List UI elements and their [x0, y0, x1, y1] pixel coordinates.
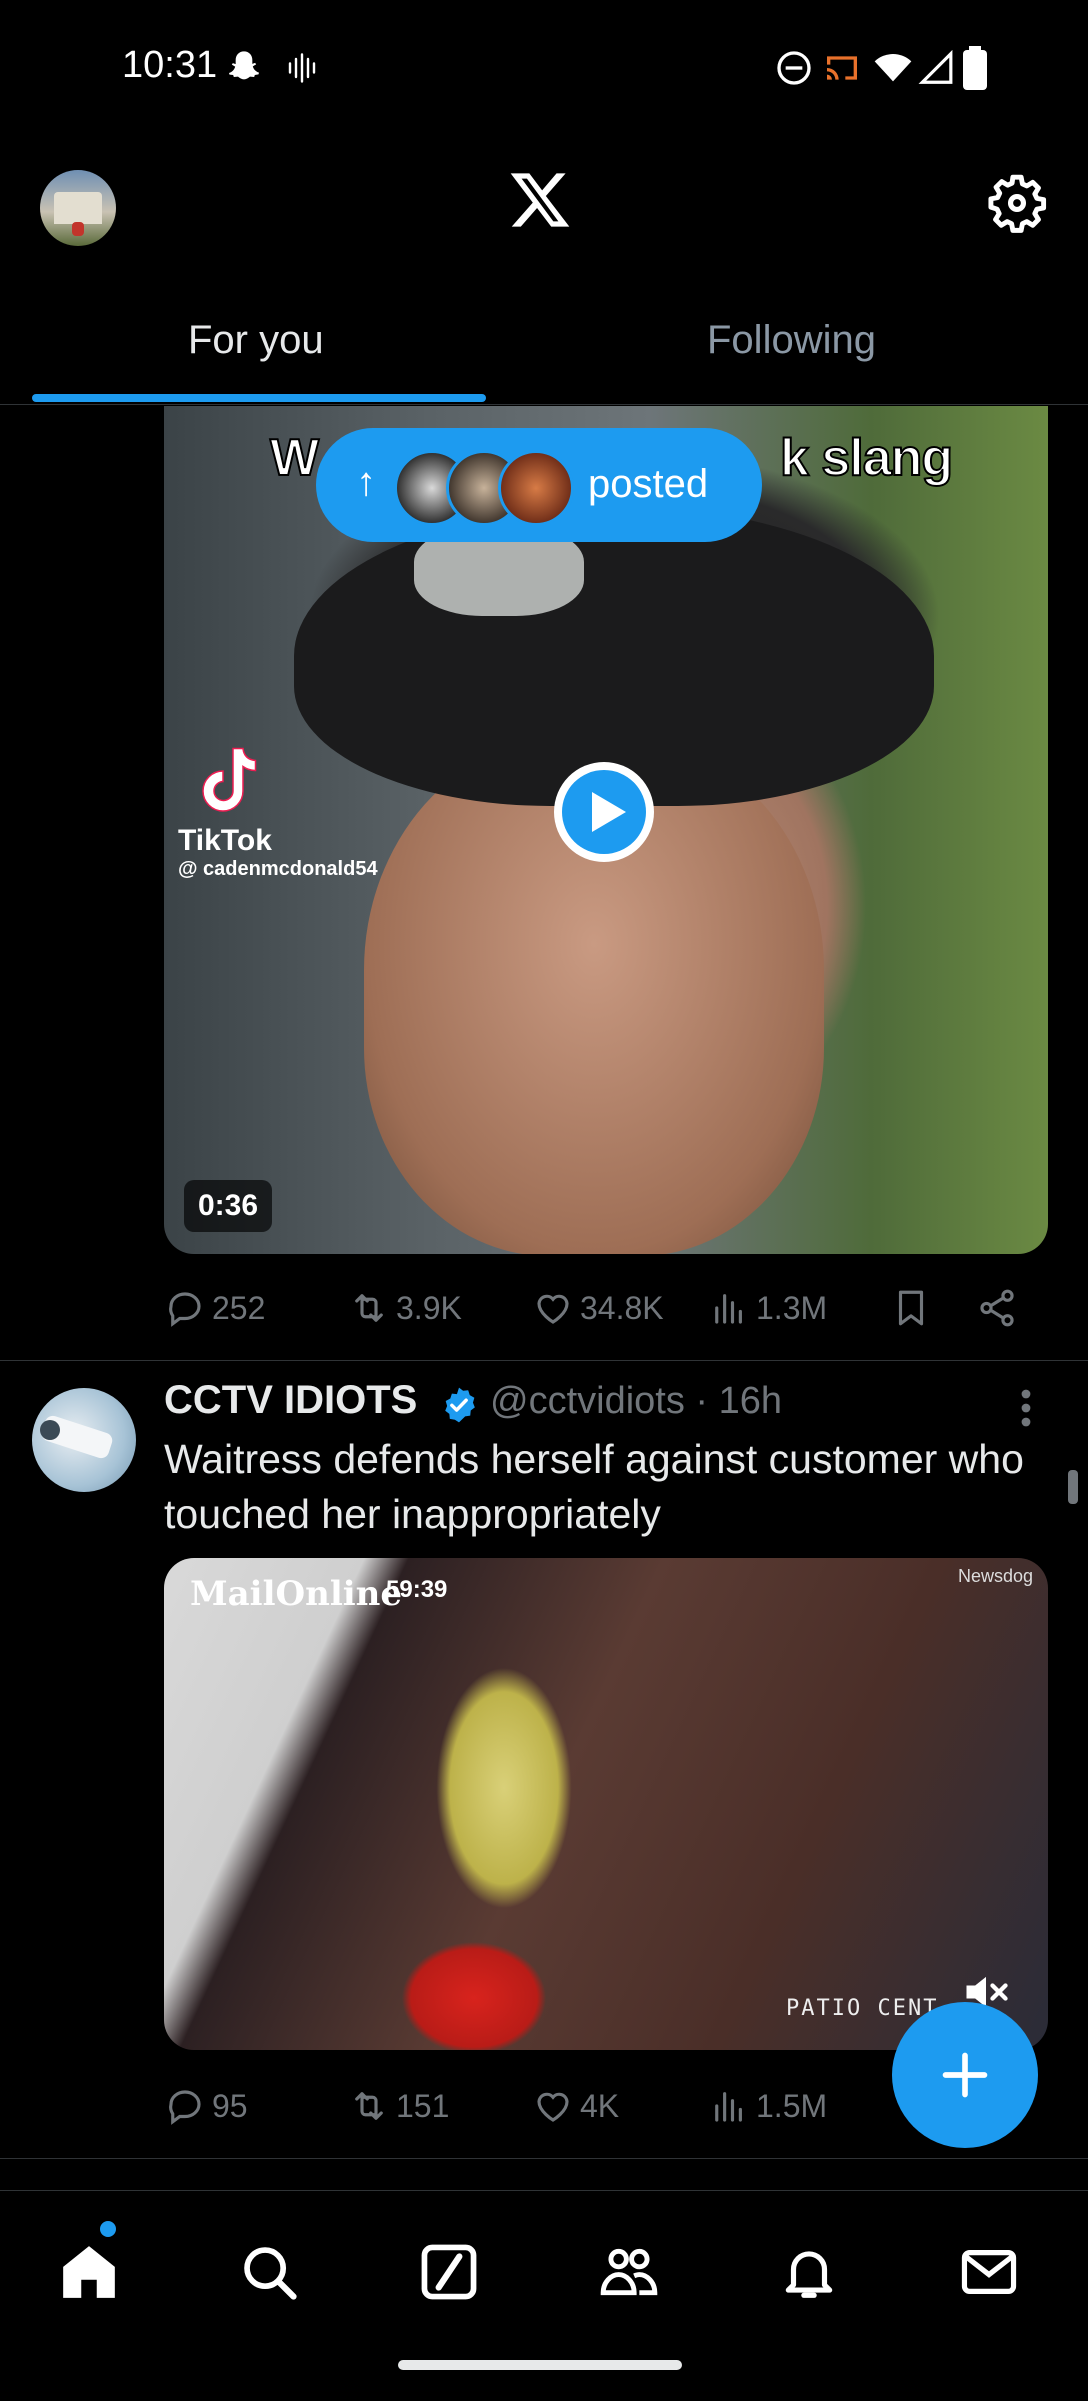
voicemail-icon: [288, 53, 316, 83]
home-icon[interactable]: [58, 2241, 120, 2303]
tweet2-video[interactable]: MailOnline 59:39 Newsdog PATIO CENT: [164, 1558, 1048, 2050]
repost-icon: [355, 1294, 383, 1322]
like-button[interactable]: 4K: [532, 2076, 619, 2136]
cctv-caption: PATIO CENT: [786, 1996, 939, 2021]
tweet1-action-bar: 252 3.9K 34.8K 1.3M: [164, 1278, 1064, 1338]
status-bar: 10:31: [0, 0, 1088, 140]
tweet2-handle-time[interactable]: @cctvidiots · 16h: [490, 1380, 782, 1423]
tiktok-label: TikTok: [178, 824, 272, 857]
dnd-icon: [777, 51, 811, 85]
grok-icon[interactable]: [418, 2241, 480, 2303]
play-icon: [562, 770, 646, 854]
newsdog-watermark: Newsdog: [958, 1566, 1034, 1586]
video-overlay-text-left: W: [269, 428, 320, 488]
reply-button[interactable]: 252: [164, 1278, 265, 1338]
avatar-building: [54, 192, 102, 224]
verified-badge-icon: [445, 1387, 475, 1423]
play-button[interactable]: [554, 762, 654, 862]
views-icon: [715, 1294, 742, 1324]
heart-icon: [537, 2092, 569, 2122]
tab-active-indicator: [32, 394, 486, 402]
share-button[interactable]: [976, 1278, 1018, 1338]
tweet2-author-name[interactable]: CCTV IDIOTS: [164, 1378, 417, 1423]
reply-icon: [169, 2090, 201, 2125]
reply-icon: [169, 1292, 201, 1327]
views-button[interactable]: 1.5M: [708, 2076, 827, 2136]
tweet2-text: Waitress defends herself against custome…: [164, 1436, 1024, 1537]
views-button[interactable]: 1.3M: [708, 1278, 827, 1338]
compose-button[interactable]: [892, 2002, 1038, 2148]
arrow-up-icon: ↑: [356, 460, 376, 504]
repost-count: 3.9K: [396, 1289, 462, 1326]
cast-icon: [827, 56, 857, 80]
signal-icon: [918, 49, 953, 84]
repost-count: 151: [396, 2087, 450, 2124]
like-button[interactable]: 34.8K: [532, 1278, 664, 1338]
heart-icon: [537, 1294, 569, 1324]
like-count: 34.8K: [580, 1289, 664, 1326]
mail-icon[interactable]: [958, 2241, 1020, 2303]
tweet-divider: [0, 1360, 1088, 1361]
video-frame-hat: [294, 506, 934, 806]
bookmark-icon: [898, 1290, 924, 1326]
tiktok-handle: @ cadenmcdonald54: [178, 858, 378, 880]
search-icon[interactable]: [238, 2241, 300, 2303]
reply-count: 95: [212, 2087, 248, 2124]
tab-divider: [0, 404, 1088, 405]
video-overlay-text-right: k slang: [779, 428, 954, 488]
communities-icon[interactable]: [598, 2241, 660, 2303]
cctv-idiots-avatar[interactable]: [32, 1388, 136, 1492]
repost-button[interactable]: 151: [348, 2076, 449, 2136]
tab-following[interactable]: Following: [707, 318, 876, 363]
repost-icon: [355, 2092, 383, 2120]
battery-icon: [963, 46, 987, 90]
reply-button[interactable]: 95: [164, 2076, 248, 2136]
tiktok-icon: [202, 747, 257, 812]
mailonline-logo: MailOnline: [190, 1574, 403, 1614]
snapchat-icon: [229, 51, 259, 80]
status-time: 10:31: [122, 44, 218, 86]
notification-dot: [100, 2221, 116, 2237]
gear-icon[interactable]: [986, 172, 1048, 234]
view-count: 1.5M: [756, 2087, 828, 2124]
gesture-handle: [398, 2360, 682, 2370]
cctv-timestamp: 59:39: [386, 1576, 448, 1603]
avatar-figure: [72, 222, 84, 236]
new-posts-pill[interactable]: ↑ posted: [316, 428, 762, 542]
view-count: 1.3M: [756, 1289, 828, 1326]
plus-icon: [942, 2052, 988, 2098]
bell-icon[interactable]: [778, 2241, 840, 2303]
reply-count: 252: [212, 1289, 266, 1326]
repost-button[interactable]: 3.9K: [348, 1278, 462, 1338]
video-duration: 0:36: [184, 1180, 273, 1232]
wifi-icon: [874, 54, 912, 82]
posted-avatar-3: [498, 450, 574, 526]
avatar-camera-lens: [40, 1420, 60, 1440]
share-icon: [980, 1289, 1014, 1327]
x-logo-icon[interactable]: [508, 168, 572, 232]
bookmark-button[interactable]: [890, 1278, 932, 1338]
scrollbar-thumb[interactable]: [1068, 1470, 1078, 1504]
profile-avatar[interactable]: [40, 170, 116, 246]
views-icon: [715, 2092, 742, 2122]
tab-for-you[interactable]: For you: [188, 318, 324, 363]
posted-label: posted: [588, 462, 709, 506]
more-options-icon[interactable]: [1016, 1388, 1036, 1428]
tweet-divider: [0, 2158, 1088, 2159]
like-count: 4K: [580, 2087, 620, 2124]
